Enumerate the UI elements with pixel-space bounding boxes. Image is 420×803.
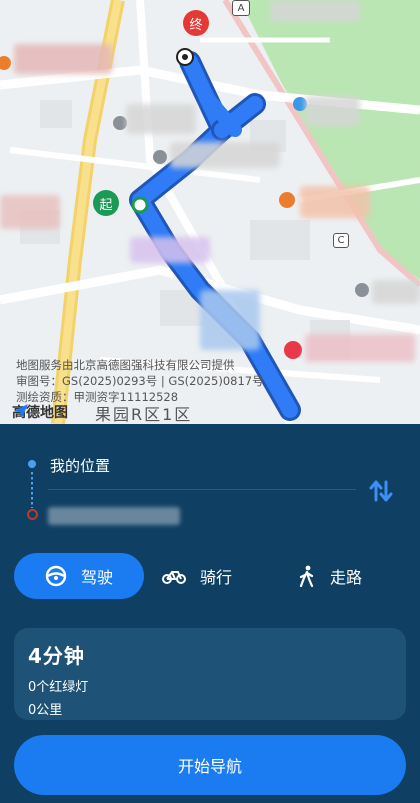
origin-field[interactable]: 我的位置	[50, 455, 110, 476]
mode-walk[interactable]: 走路	[298, 553, 408, 599]
blurred-label	[170, 142, 280, 168]
steering-wheel-icon	[45, 565, 67, 587]
bicycle-icon	[162, 567, 186, 585]
swap-icon	[369, 480, 393, 502]
blurred-label	[130, 237, 210, 263]
route-distance: 0公里	[28, 703, 63, 718]
poi-letter-a: A	[232, 0, 250, 16]
end-marker: 终	[183, 10, 209, 36]
destination-field[interactable]	[48, 507, 180, 525]
blurred-label	[372, 280, 420, 304]
blurred-label	[300, 186, 370, 218]
mode-drive[interactable]: 驾驶	[14, 553, 144, 599]
blurred-label	[305, 334, 415, 362]
divider	[48, 489, 356, 490]
route-connector	[31, 472, 33, 508]
swap-button[interactable]	[368, 478, 394, 504]
blurred-label	[0, 195, 60, 229]
district-label: 果园R区1区	[95, 405, 193, 424]
route-summary-card[interactable]: 4分钟 0个红绿灯 0公里	[14, 628, 406, 720]
start-navigation-button[interactable]: 开始导航	[14, 735, 406, 795]
travel-mode-bar: 驾驶 骑行 走路	[14, 553, 406, 599]
navigation-arrow-icon	[14, 404, 28, 418]
amap-logo: 高德地图	[12, 402, 68, 422]
traffic-lights-count: 0个红绿灯	[28, 680, 89, 695]
blurred-label	[305, 96, 360, 126]
origin-dot-icon	[28, 460, 36, 468]
mode-bike-label: 骑行	[200, 568, 233, 587]
mode-bike[interactable]: 骑行	[162, 553, 272, 599]
blurred-label	[270, 0, 360, 22]
travel-time: 4分钟	[28, 644, 85, 668]
poi-letter-c: C	[333, 233, 349, 248]
blurred-label	[200, 290, 260, 350]
destination-dot-icon	[27, 509, 38, 520]
mode-walk-label: 走路	[330, 568, 363, 587]
walking-icon	[298, 565, 316, 587]
start-marker: 起	[93, 190, 119, 216]
blurred-label	[126, 104, 196, 134]
map-view[interactable]: 终 起 A C 地图服务由北京高德图强科技有限公司提供 审图号：GS(2025)…	[0, 0, 420, 424]
blurred-label	[14, 44, 112, 74]
map-attribution: 地图服务由北京高德图强科技有限公司提供 审图号：GS(2025)0293号 | …	[16, 358, 264, 404]
mode-drive-label: 驾驶	[80, 568, 113, 587]
